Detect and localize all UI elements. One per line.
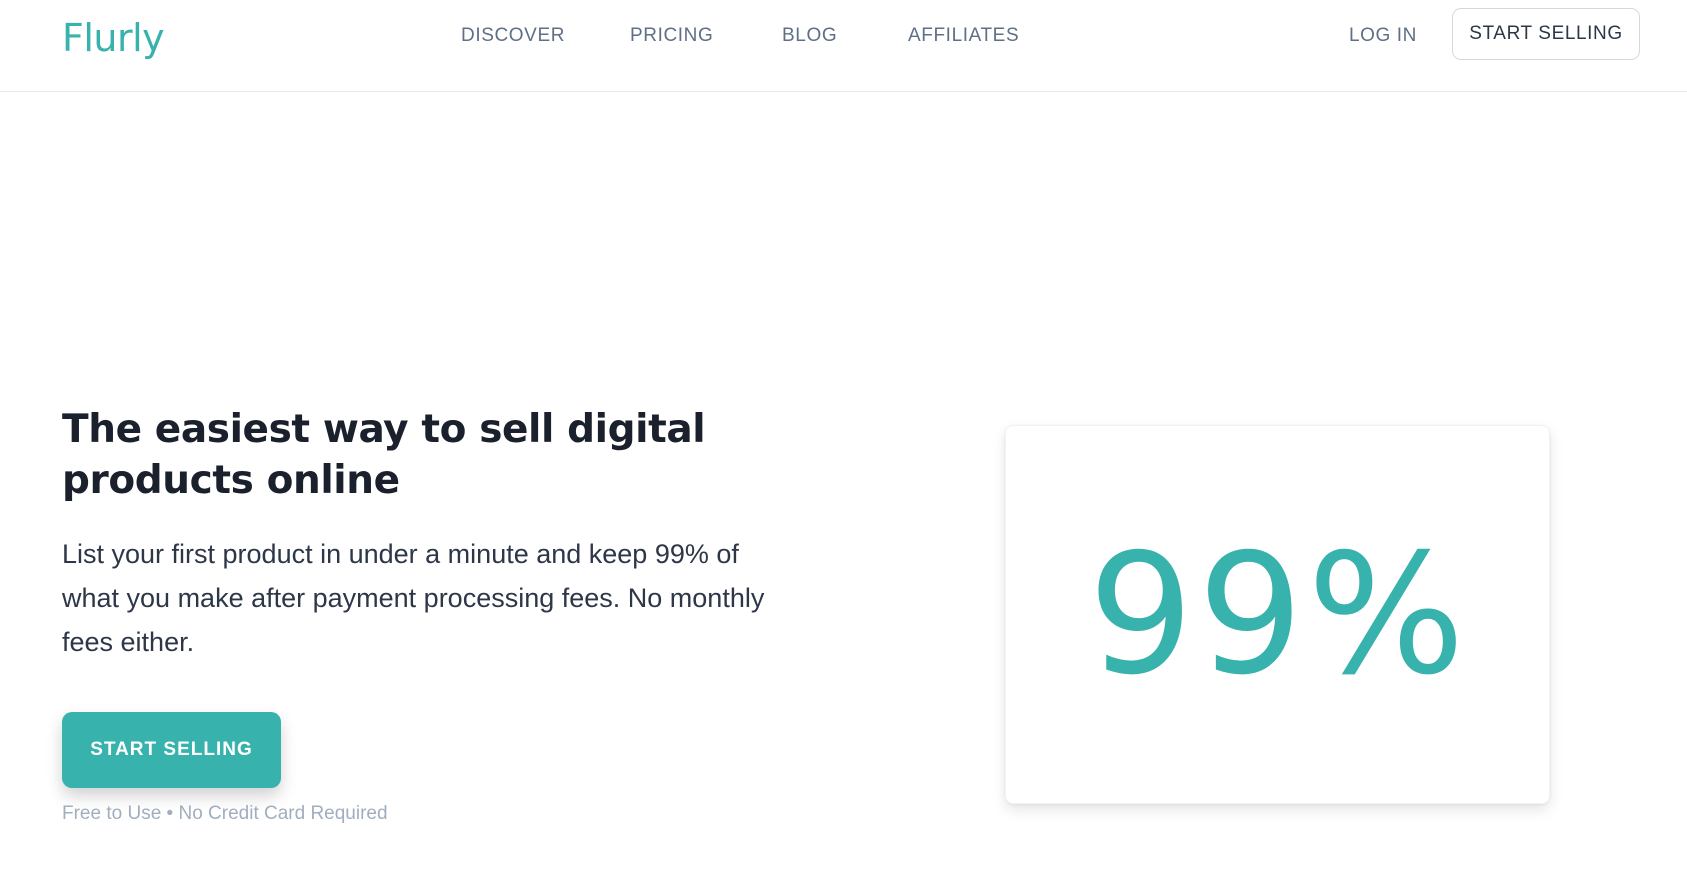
header-start-selling-button[interactable]: START SELLING [1452, 8, 1640, 60]
login-link[interactable]: LOG IN [1349, 24, 1417, 48]
stat-percentage: 99% [1088, 519, 1469, 712]
nav-affiliates-link[interactable]: AFFILIATES [908, 24, 1019, 48]
nav-discover-link[interactable]: DISCOVER [461, 24, 565, 48]
hero-note: Free to Use • No Credit Card Required [62, 803, 388, 824]
logo[interactable]: Flurly [62, 14, 165, 62]
hero-title: The easiest way to sell digital products… [62, 407, 706, 503]
nav-blog-link[interactable]: BLOG [782, 24, 837, 48]
nav-pricing-link[interactable]: PRICING [630, 24, 713, 48]
hero-start-selling-button[interactable]: START SELLING [62, 712, 281, 788]
top-navbar: Flurly DISCOVER PRICING BLOG AFFILIATES … [0, 0, 1687, 92]
hero-subtitle: List your first product in under a minut… [62, 539, 765, 657]
stat-card: 99% [1005, 425, 1550, 804]
